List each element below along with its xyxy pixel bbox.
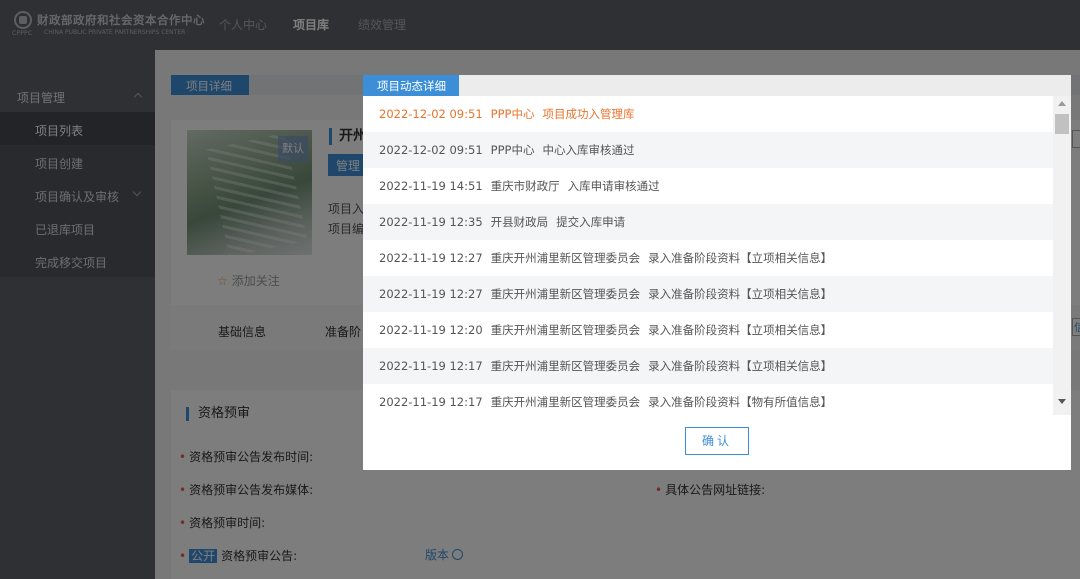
log-time: 2022-11-19 12:35 — [379, 215, 483, 229]
log-action: 提交入库申请 — [556, 215, 626, 229]
log-actor: 开县财政局 — [490, 215, 549, 229]
log-actor: 重庆开州浦里新区管理委员会 — [490, 395, 641, 409]
log-action: 录入准备阶段资料【物有所值信息】 — [648, 395, 833, 409]
list-item: 2022-11-19 12:17 重庆开州浦里新区管理委员会 录入准备阶段资料【物有… — [363, 384, 1053, 415]
activity-log-list[interactable]: 2022-12-02 09:51 PPP中心 项目成功入管理库 2022-12-02… — [363, 96, 1053, 415]
log-action: 录入准备阶段资料【立项相关信息】 — [648, 323, 833, 337]
log-actor: PPP中心 — [490, 143, 535, 157]
log-time: 2022-11-19 14:51 — [379, 179, 483, 193]
list-item: 2022-11-19 12:27 重庆开州浦里新区管理委员会 录入准备阶段资料【立项… — [363, 240, 1053, 276]
log-time: 2022-11-19 12:27 — [379, 251, 483, 265]
log-action: 中心入库审核通过 — [542, 143, 635, 157]
log-actor: 重庆开州浦里新区管理委员会 — [490, 287, 641, 301]
scroll-up-arrow-icon[interactable] — [1058, 101, 1066, 106]
log-action: 录入准备阶段资料【立项相关信息】 — [648, 287, 833, 301]
list-item: 2022-11-19 12:35 开县财政局 提交入库申请 — [363, 204, 1053, 240]
list-item: 2022-12-02 09:51 PPP中心 项目成功入管理库 — [363, 96, 1053, 132]
list-item: 2022-11-19 12:27 重庆开州浦里新区管理委员会 录入准备阶段资料【立项… — [363, 276, 1053, 312]
list-item: 2022-12-02 09:51 PPP中心 中心入库审核通过 — [363, 132, 1053, 168]
log-actor: 重庆开州浦里新区管理委员会 — [490, 323, 641, 337]
confirm-button[interactable]: 确认 — [685, 427, 749, 455]
list-item: 2022-11-19 12:17 重庆开州浦里新区管理委员会 录入准备阶段资料【立项… — [363, 348, 1053, 384]
log-actor: PPP中心 — [490, 107, 535, 121]
list-item: 2022-11-19 14:51 重庆市财政厅 入库申请审核通过 — [363, 168, 1053, 204]
log-time: 2022-11-19 12:17 — [379, 359, 483, 373]
log-time: 2022-11-19 12:17 — [379, 395, 483, 409]
log-action: 项目成功入管理库 — [542, 107, 635, 121]
log-actor: 重庆市财政厅 — [490, 179, 560, 193]
log-actor: 重庆开州浦里新区管理委员会 — [490, 251, 641, 265]
scrollbar[interactable] — [1053, 96, 1071, 415]
log-time: 2022-12-02 09:51 — [379, 107, 483, 121]
list-item: 2022-11-19 12:20 重庆开州浦里新区管理委员会 录入准备阶段资料【立项… — [363, 312, 1053, 348]
log-time: 2022-11-19 12:20 — [379, 323, 483, 337]
log-action: 录入准备阶段资料【立项相关信息】 — [648, 359, 833, 373]
log-action: 入库申请审核通过 — [567, 179, 660, 193]
log-time: 2022-11-19 12:27 — [379, 287, 483, 301]
scrollbar-thumb[interactable] — [1055, 114, 1069, 134]
log-action: 录入准备阶段资料【立项相关信息】 — [648, 251, 833, 265]
project-activity-modal: 项目动态详细 2022-12-02 09:51 PPP中心 项目成功入管理库 202… — [363, 75, 1071, 470]
modal-title: 项目动态详细 — [363, 75, 459, 96]
scroll-down-arrow-icon[interactable] — [1058, 399, 1066, 404]
modal-header — [363, 75, 1071, 96]
log-time: 2022-12-02 09:51 — [379, 143, 483, 157]
log-actor: 重庆开州浦里新区管理委员会 — [490, 359, 641, 373]
